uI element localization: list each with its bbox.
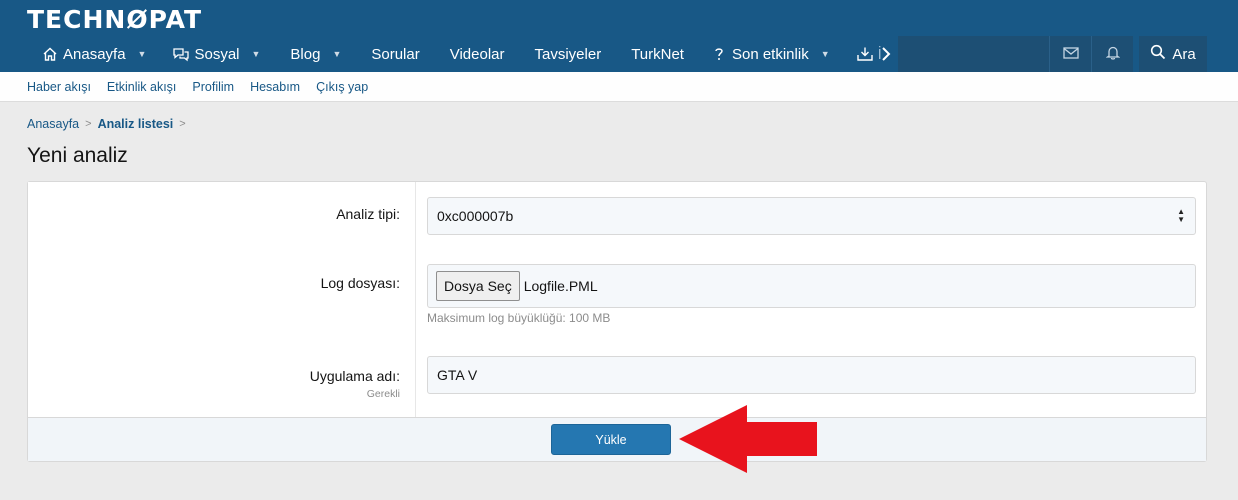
breadcrumb: Anasayfa > Analiz listesi > (27, 117, 192, 131)
subnav-etkinlik-akisi[interactable]: Etkinlik akışı (107, 80, 176, 94)
form-footer: Yükle (28, 417, 1206, 461)
chevron-right-icon: > (179, 118, 186, 130)
nav-item-blog[interactable]: Blog ▼ (275, 36, 356, 72)
chat-icon (172, 45, 190, 63)
analysis-type-value: 0xc000007b (437, 208, 514, 224)
nav-item-turknet[interactable]: TurkNet (616, 36, 699, 72)
nav-item-sorular[interactable]: Sorular (356, 36, 434, 72)
chevron-down-icon[interactable]: ▼ (252, 49, 261, 59)
nav-item-sosyal[interactable]: Sosyal ▼ (161, 36, 275, 72)
analysis-type-label: Analiz tipi: (336, 206, 400, 222)
subnav-haber-akisi[interactable]: Haber akışı (27, 80, 91, 94)
main-nav: Anasayfa ▼ Sosyal ▼ Blog ▼ Sorular Video… (30, 36, 897, 72)
inbox-button[interactable] (1049, 36, 1091, 72)
search-icon (1150, 44, 1166, 64)
chevron-right-icon: > (85, 118, 92, 130)
app-name-value: GTA V (437, 367, 478, 383)
chevron-down-icon[interactable]: ▼ (332, 49, 341, 59)
nav-item-videolar[interactable]: Videolar (435, 36, 520, 72)
red-arrow-icon (679, 405, 817, 473)
search-button[interactable]: Ara (1139, 36, 1207, 72)
choose-file-button[interactable]: Dosya Seç (436, 271, 520, 301)
analysis-type-select[interactable]: 0xc000007b ▲ ▼ (427, 197, 1196, 235)
subnav-cikis-yap[interactable]: Çıkış yap (316, 80, 368, 94)
question-icon (710, 45, 728, 63)
nav-label: TurkNet (631, 45, 684, 63)
sub-nav: Haber akışı Etkinlik akışı Profilim Hesa… (0, 72, 1238, 102)
chevron-right-icon[interactable] (876, 36, 896, 72)
subnav-profilim[interactable]: Profilim (192, 80, 234, 94)
search-label: Ara (1172, 45, 1196, 63)
required-hint: Gerekli (366, 388, 400, 400)
download-icon (856, 45, 874, 63)
file-name: Logfile.PML (523, 278, 598, 294)
app-name-label: Uygulama adı: (309, 368, 400, 384)
log-file-label: Log dosyası: (320, 275, 400, 291)
site-header: TECHNØPAT Anasayfa ▼ Sosyal ▼ Blog ▼ Sor… (0, 0, 1238, 72)
chevron-down-icon[interactable]: ▼ (821, 49, 830, 59)
page-title: Yeni analiz (27, 144, 128, 167)
file-size-hint: Maksimum log büyüklüğü: 100 MB (427, 311, 611, 325)
nav-item-tavsiyeler[interactable]: Tavsiyeler (520, 36, 617, 72)
nav-label: Videolar (449, 45, 505, 63)
user-tools (898, 36, 1133, 72)
log-file-input[interactable]: Dosya Seç Logfile.PML (427, 264, 1196, 308)
nav-label: Blog (290, 45, 321, 63)
analysis-form: Analiz tipi: 0xc000007b ▲ ▼ Log dosyası: … (27, 181, 1207, 462)
envelope-icon (1062, 46, 1079, 62)
bell-icon (1104, 45, 1121, 63)
nav-label: Tavsiyeler (534, 45, 602, 63)
breadcrumb-current[interactable]: Analiz listesi (98, 117, 174, 131)
nav-item-son-etkinlik[interactable]: Son etkinlik ▼ (699, 36, 845, 72)
alerts-button[interactable] (1091, 36, 1133, 72)
site-logo[interactable]: TECHNØPAT (27, 5, 202, 34)
chevron-down-icon[interactable]: ▼ (138, 49, 147, 59)
nav-label: Sosyal (194, 45, 240, 63)
breadcrumb-home[interactable]: Anasayfa (27, 117, 79, 131)
app-name-field[interactable]: GTA V (427, 356, 1196, 394)
select-arrows-icon: ▲ ▼ (1177, 207, 1185, 224)
nav-label: Sorular (371, 45, 420, 63)
nav-label: Anasayfa (63, 45, 126, 63)
nav-item-anasayfa[interactable]: Anasayfa ▼ (30, 36, 161, 72)
nav-label: Son etkinlik (731, 45, 809, 63)
upload-button[interactable]: Yükle (551, 424, 671, 455)
subnav-hesabim[interactable]: Hesabım (250, 80, 300, 94)
home-icon (41, 45, 59, 63)
